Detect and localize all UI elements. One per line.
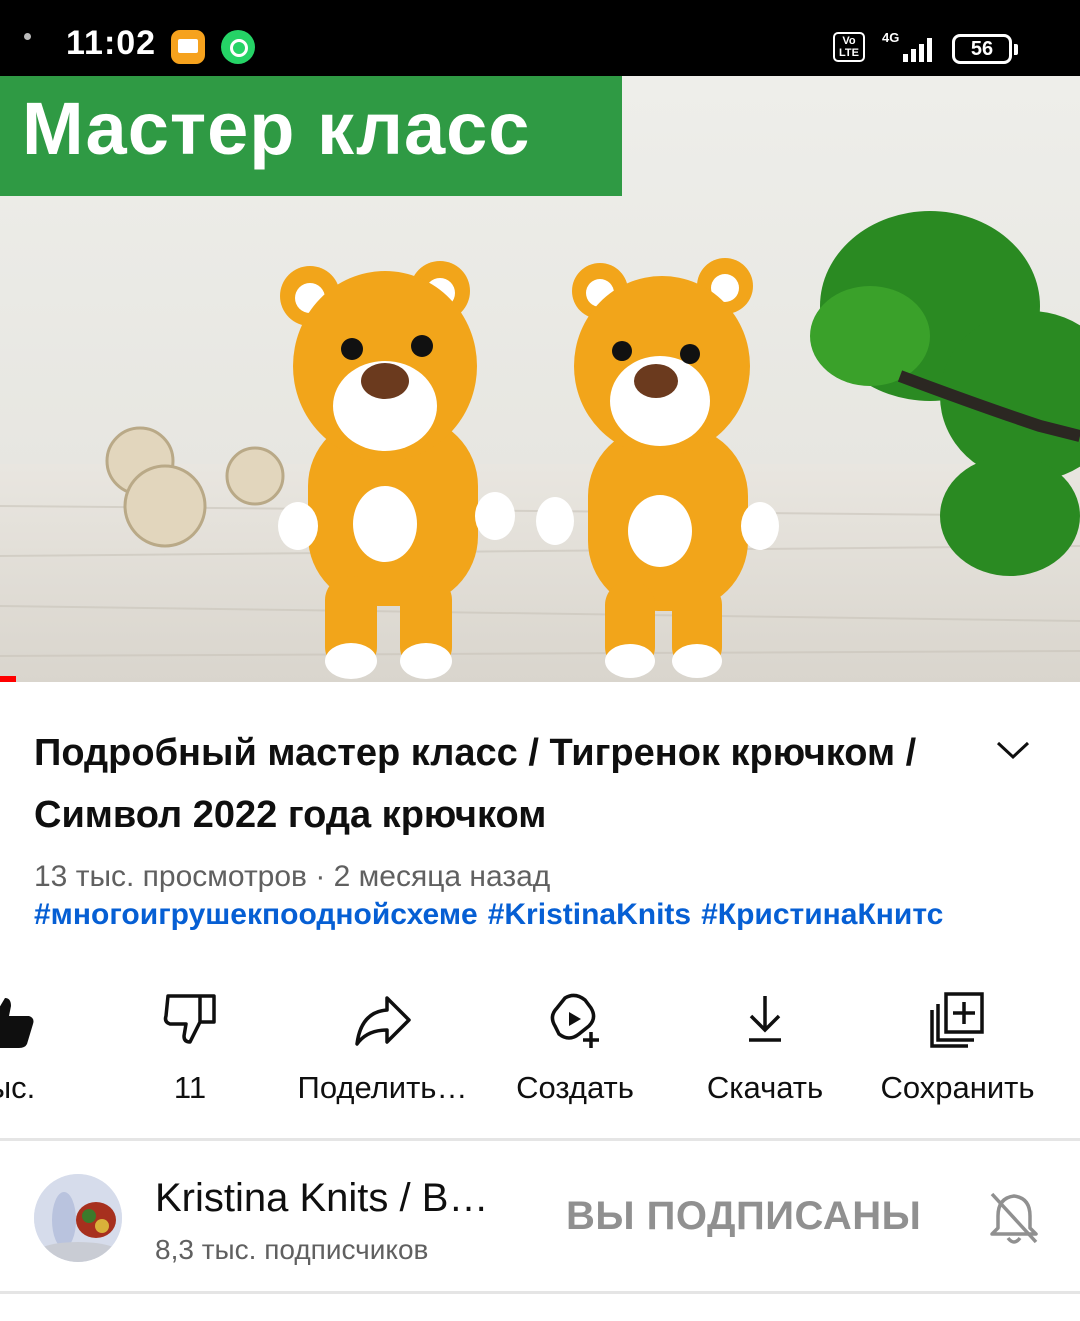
share-label: Поделить… (297, 1070, 468, 1105)
share-icon (354, 996, 411, 1046)
action-bar: тыс. 11 Поделить… Создать Скачать Сох (0, 990, 1080, 1110)
avatar-image (34, 1174, 122, 1262)
hashtag-link[interactable]: #многоигрушекпооднойсхеме (34, 898, 478, 931)
volte-icon: Vo LTE (833, 32, 865, 62)
save-label: Сохранить (880, 1070, 1035, 1105)
notifications-off-icon[interactable] (988, 1190, 1040, 1246)
hashtag-link[interactable]: #KristinaKnits (488, 898, 691, 931)
clock: 11:02 (66, 24, 157, 62)
create-button[interactable]: Создать (500, 990, 650, 1110)
subscriber-count: 8,3 тыс. подписчиков (155, 1234, 429, 1265)
download-icon (749, 996, 781, 1042)
dislike-button[interactable]: 11 (130, 990, 250, 1110)
chevron-down-icon[interactable] (995, 738, 1031, 762)
share-button[interactable]: Поделить… (290, 990, 475, 1110)
channel-name[interactable]: Kristina Knits / В… (155, 1176, 488, 1221)
mail-icon (171, 30, 205, 64)
status-bar: 11:02 Vo LTE 4G 56 (0, 0, 1080, 76)
video-progress-bar[interactable] (0, 676, 16, 682)
thumbs-down-icon (163, 994, 216, 1044)
video-title[interactable]: Подробный мастер класс / Тигренок крючко… (34, 722, 964, 846)
like-button[interactable]: тыс. (0, 990, 70, 1110)
download-button[interactable]: Скачать (690, 990, 840, 1110)
create-remix-icon (550, 993, 599, 1048)
thumbs-up-icon (0, 998, 34, 1048)
download-label: Скачать (706, 1070, 824, 1105)
like-count: тыс. (0, 1070, 36, 1105)
dislike-count: 11 (173, 1070, 207, 1105)
subscribed-button[interactable]: ВЫ ПОДПИСАНЫ (566, 1194, 921, 1239)
whatsapp-icon (221, 30, 255, 64)
video-player[interactable]: Мастер класс (0, 76, 1080, 682)
save-button[interactable]: Сохранить (870, 990, 1045, 1110)
channel-avatar[interactable] (34, 1174, 122, 1262)
create-label: Создать (516, 1070, 634, 1105)
signal-icon (895, 36, 937, 62)
divider (0, 1138, 1080, 1141)
hashtags: #многоигрушекпооднойсхеме #KristinaKnits #… (34, 898, 953, 932)
hashtag-link[interactable]: #КристинаКнитс (701, 898, 943, 931)
playlist-add-icon (929, 992, 984, 1048)
video-meta: 13 тыс. просмотров · 2 месяца назад (34, 860, 551, 893)
divider (0, 1291, 1080, 1294)
video-overlay-text: Мастер класс (22, 87, 531, 170)
notification-dot (24, 33, 31, 40)
battery-icon: 56 (952, 34, 1018, 64)
